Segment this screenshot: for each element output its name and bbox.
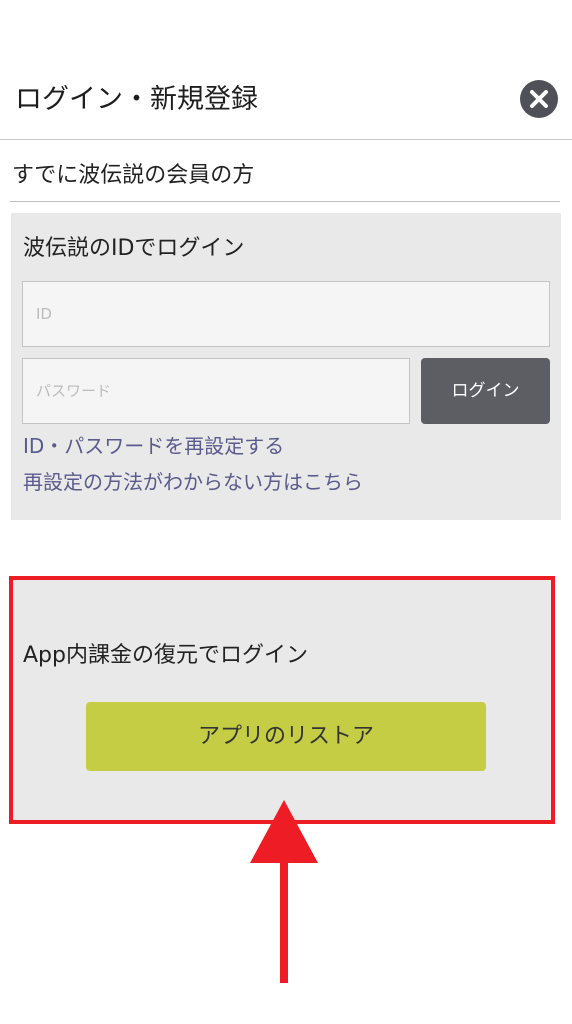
restore-title: App内課金の復元でログイン xyxy=(23,643,308,668)
close-icon[interactable] xyxy=(520,80,558,118)
close-button[interactable] xyxy=(520,80,558,118)
arrow-up-icon xyxy=(250,800,318,983)
id-login-panel: 波伝説のIDでログイン ログイン ID・パスワードを再設定する 再設定の方法がわ… xyxy=(11,213,561,520)
login-button[interactable]: ログイン xyxy=(421,358,550,424)
reset-credentials-link[interactable]: ID・パスワードを再設定する xyxy=(23,431,284,461)
restore-purchases-button[interactable]: アプリのリストア xyxy=(86,702,486,771)
member-section-title: すでに波伝説の会員の方 xyxy=(12,163,255,188)
id-login-title: 波伝説のIDでログイン xyxy=(23,236,245,261)
header-bar: ログイン・新規登録 xyxy=(0,62,572,140)
reset-help-link[interactable]: 再設定の方法がわからない方はこちら xyxy=(23,467,363,497)
password-input[interactable] xyxy=(22,358,410,424)
section-divider xyxy=(10,201,560,202)
page-title: ログイン・新規登録 xyxy=(15,84,258,115)
id-input[interactable] xyxy=(22,281,550,347)
restore-panel: App内課金の復元でログイン アプリのリストア xyxy=(11,578,555,822)
